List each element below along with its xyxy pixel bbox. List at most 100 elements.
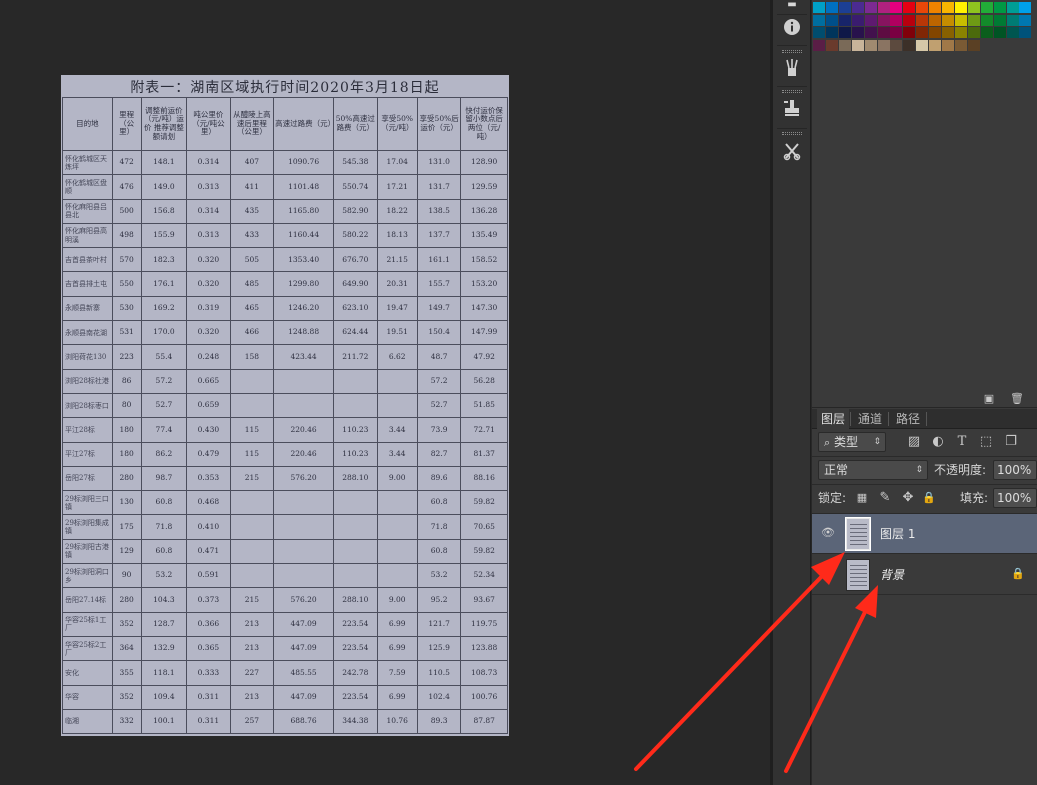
color-swatch[interactable] <box>877 27 890 38</box>
color-swatch[interactable] <box>916 27 929 38</box>
color-swatch[interactable] <box>993 2 1006 13</box>
tab-layers[interactable]: 图层 <box>817 409 850 429</box>
color-swatch[interactable] <box>1019 14 1032 26</box>
color-swatch[interactable] <box>942 2 954 13</box>
color-swatch[interactable] <box>813 27 825 38</box>
color-swatch[interactable] <box>825 2 838 13</box>
eye-visibility-icon[interactable]: 👁 <box>821 526 835 540</box>
color-swatch[interactable] <box>916 14 929 26</box>
color-swatch[interactable] <box>825 39 838 51</box>
panel-grip[interactable] <box>782 90 802 93</box>
color-swatch[interactable] <box>993 14 1006 26</box>
color-swatch[interactable] <box>967 14 980 26</box>
color-swatch[interactable] <box>1006 2 1019 13</box>
color-swatch[interactable] <box>916 39 929 51</box>
color-swatch[interactable] <box>929 14 942 26</box>
lock-transparent-icon[interactable]: ▦ <box>853 488 871 508</box>
blend-mode-select[interactable]: 正常 ⇕ <box>818 460 928 480</box>
panel-grip[interactable] <box>782 132 802 135</box>
filter-kind-select[interactable]: ⌕ 类型 ⇕ <box>818 432 886 452</box>
color-swatch[interactable] <box>838 14 851 26</box>
filter-shape-icon[interactable]: ⬚ <box>977 432 995 452</box>
trash-icon[interactable]: 🗑 <box>1008 389 1026 409</box>
color-swatch[interactable] <box>851 2 864 13</box>
color-swatch[interactable] <box>1006 27 1019 38</box>
new-swatch-icon[interactable]: ▣ <box>980 389 998 409</box>
color-swatch[interactable] <box>851 27 864 38</box>
color-swatch[interactable] <box>864 2 877 13</box>
clone-source-icon[interactable] <box>782 98 802 118</box>
value-cell: 100.1 <box>140 708 188 735</box>
lock-image-brush-icon[interactable]: ✎ <box>876 488 894 508</box>
opacity-input[interactable]: 100% <box>993 460 1037 480</box>
color-swatch[interactable] <box>916 2 929 13</box>
layer-row-layer1[interactable]: 👁 图层 1 <box>812 514 1037 554</box>
color-swatch[interactable] <box>877 2 890 13</box>
color-swatch[interactable] <box>993 27 1006 38</box>
filter-type-icon[interactable]: T <box>953 432 971 452</box>
color-swatch[interactable] <box>1019 2 1032 13</box>
color-swatch[interactable] <box>877 39 890 51</box>
color-swatch[interactable] <box>954 27 967 38</box>
color-swatch[interactable] <box>954 39 967 51</box>
filter-smart-object-icon[interactable]: ❐ <box>1002 432 1020 452</box>
color-swatch[interactable] <box>903 39 916 51</box>
color-swatch[interactable] <box>838 2 851 13</box>
fill-input[interactable]: 100% <box>993 488 1037 508</box>
brush-presets-icon[interactable] <box>782 58 802 78</box>
color-swatch[interactable] <box>890 27 903 38</box>
layer-name[interactable]: 图层 1 <box>880 525 915 543</box>
panel-grip[interactable] <box>782 50 802 53</box>
color-swatch[interactable] <box>813 2 825 13</box>
color-swatch[interactable] <box>980 14 993 26</box>
lock-position-move-icon[interactable]: ✥ <box>899 488 917 508</box>
color-swatch[interactable] <box>825 14 838 26</box>
color-swatch[interactable] <box>942 14 954 26</box>
color-swatch[interactable] <box>967 27 980 38</box>
color-swatch[interactable] <box>890 39 903 51</box>
color-swatch[interactable] <box>1006 14 1019 26</box>
eye-visibility-icon[interactable]: 👁 <box>821 567 835 581</box>
color-swatch[interactable] <box>942 39 954 51</box>
color-swatch[interactable] <box>851 39 864 51</box>
tab-channels[interactable]: 通道 <box>854 409 886 429</box>
color-swatch[interactable] <box>813 39 825 51</box>
color-swatch[interactable] <box>903 2 916 13</box>
color-swatch[interactable] <box>838 39 851 51</box>
layer-name[interactable]: 背景 <box>880 566 904 584</box>
color-swatch[interactable] <box>813 14 825 26</box>
history-icon[interactable]: ▬ <box>782 0 802 10</box>
color-swatch[interactable] <box>967 39 980 51</box>
color-swatch[interactable] <box>903 14 916 26</box>
color-swatch[interactable] <box>929 39 942 51</box>
tool-presets-icon[interactable] <box>782 141 802 161</box>
color-swatch[interactable] <box>825 27 838 38</box>
value-cell: 433 <box>229 222 275 249</box>
value-cell: 128.90 <box>460 149 508 176</box>
color-swatch[interactable] <box>929 27 942 38</box>
tab-paths[interactable]: 路径 <box>892 409 924 429</box>
color-swatch[interactable] <box>864 39 877 51</box>
color-swatch[interactable] <box>864 27 877 38</box>
color-swatch[interactable] <box>929 2 942 13</box>
layer-row-background[interactable]: 👁 背景 🔒 <box>812 555 1037 595</box>
color-swatch[interactable] <box>980 2 993 13</box>
color-swatch[interactable] <box>877 14 890 26</box>
color-swatch[interactable] <box>954 14 967 26</box>
canvas-document[interactable]: 附表一：湖南区域执行时间2020年3月18日起 目的地 里程（公里） 调整前运价（元… <box>61 75 509 736</box>
color-swatch[interactable] <box>967 2 980 13</box>
info-icon[interactable] <box>782 18 802 38</box>
color-swatch[interactable] <box>864 14 877 26</box>
filter-adjustment-icon[interactable]: ◐ <box>929 432 947 452</box>
color-swatch[interactable] <box>890 2 903 13</box>
color-swatch[interactable] <box>838 27 851 38</box>
filter-pixel-icon[interactable]: ▨ <box>905 432 923 452</box>
lock-all-icon[interactable]: 🔒 <box>920 488 938 508</box>
color-swatch[interactable] <box>942 27 954 38</box>
color-swatch[interactable] <box>890 14 903 26</box>
color-swatch[interactable] <box>1019 27 1032 38</box>
color-swatch[interactable] <box>851 14 864 26</box>
color-swatch[interactable] <box>903 27 916 38</box>
color-swatch[interactable] <box>980 27 993 38</box>
color-swatch[interactable] <box>954 2 967 13</box>
